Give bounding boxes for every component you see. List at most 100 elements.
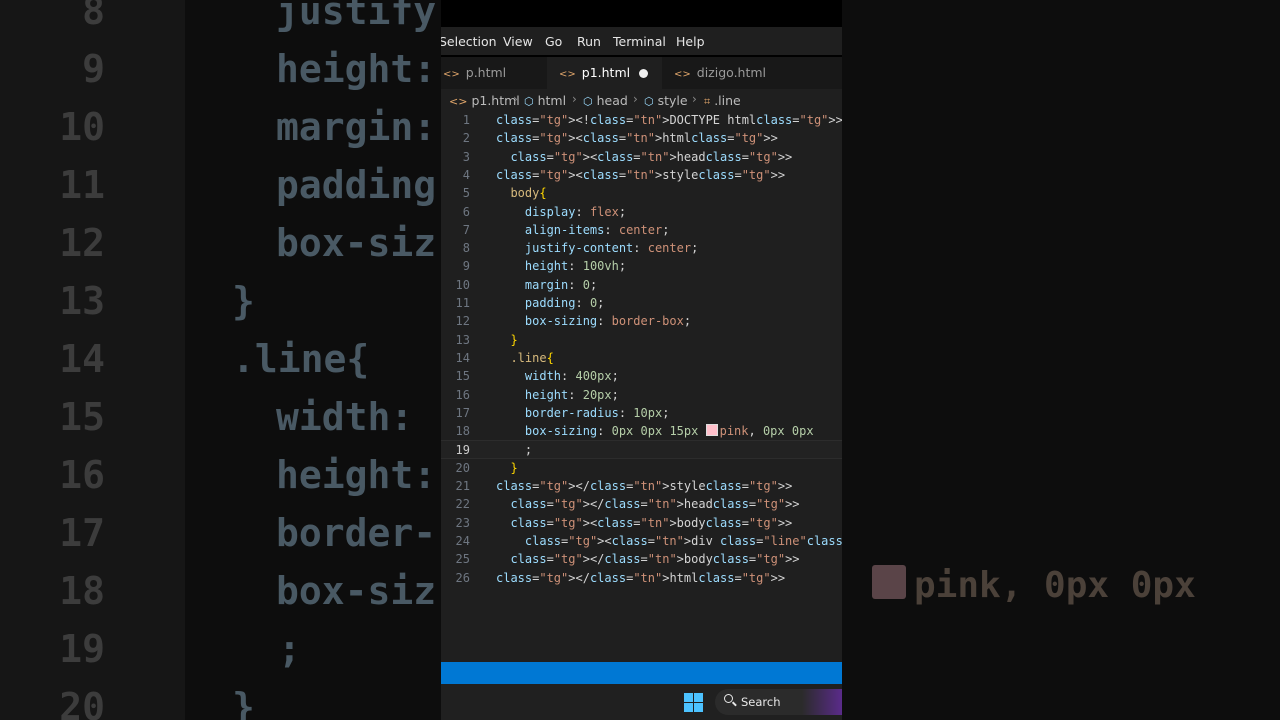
line-number: 5: [462, 186, 470, 201]
code-line[interactable]: 15 width: 400px;: [441, 367, 842, 385]
breadcrumb-style[interactable]: ⬡ style: [644, 93, 688, 108]
unsaved-dot-icon[interactable]: [639, 69, 648, 78]
line-number: 23: [455, 515, 470, 530]
code-text: class="tg"><class="tn">div class="line"c…: [524, 533, 842, 548]
code-line[interactable]: 9 height: 100vh;: [441, 257, 842, 275]
background-line-number: 9: [82, 47, 105, 91]
menu-view[interactable]: View: [503, 34, 533, 49]
code-line[interactable]: 22 class="tg"></class="tn">headclass="tg…: [441, 495, 842, 513]
tab-bar: <> p.html <> p1.html <> dizigo.html: [441, 57, 842, 89]
breadcrumb-head[interactable]: ⬡ head: [583, 93, 628, 108]
line-number: 13: [455, 332, 470, 347]
windows-start-icon[interactable]: [684, 693, 703, 712]
background-code-text: height:: [276, 453, 437, 497]
code-line[interactable]: 10 margin: 0;: [441, 276, 842, 294]
code-line[interactable]: 23 class="tg"><class="tn">bodyclass="tg"…: [441, 514, 842, 532]
tab-label: dizigo.html: [696, 65, 767, 80]
line-number: 22: [455, 497, 470, 512]
code-line[interactable]: 14 .line{: [441, 349, 842, 367]
menu-go[interactable]: Go: [545, 34, 562, 49]
background-code-text: height:: [276, 47, 437, 91]
background-code-line: 15 width:: [0, 388, 441, 446]
line-number: 10: [455, 277, 470, 292]
code-line[interactable]: 3 class="tg"><class="tn">headclass="tg">…: [441, 148, 842, 166]
line-number: 21: [455, 479, 470, 493]
code-line[interactable]: 17 border-radius: 10px;: [441, 404, 842, 422]
background-line-number: 19: [59, 627, 105, 671]
chevron-right-icon: ›: [572, 92, 577, 106]
code-line[interactable]: 1 class="tg"><!class="tn">DOCTYPE htmlcla…: [441, 111, 842, 129]
tab-dizigo-html[interactable]: <> dizigo.html: [662, 57, 782, 89]
code-line[interactable]: 11 padding: 0;: [441, 294, 842, 312]
background-line-number: 16: [59, 453, 105, 497]
code-line[interactable]: 5 body{: [441, 184, 842, 202]
line-number: 7: [462, 222, 470, 237]
chevron-right-icon: ›: [692, 92, 697, 106]
code-line[interactable]: 2 class="tg"><class="tn">htmlclass="tg">>: [441, 129, 842, 147]
code-text: class="tg"><class="tn">headclass="tg">>: [510, 149, 793, 164]
tab-p1-html[interactable]: <> p1.html: [547, 57, 662, 89]
code-line[interactable]: 7 align-items: center;: [441, 221, 842, 239]
code-text: margin: 0;: [524, 277, 598, 292]
breadcrumb: <> p1.html › ⬡ html › ⬡ head › ⬡ style › ⌗ .l…: [441, 89, 842, 111]
tab-label: p.html: [465, 65, 507, 80]
tab-p-html[interactable]: <> p.html: [441, 57, 547, 89]
code-text: class="tg"></class="tn">headclass="tg">>: [510, 497, 800, 512]
line-number: 9: [462, 259, 470, 274]
taskbar-search[interactable]: Search: [715, 689, 842, 715]
code-line[interactable]: 12 box-sizing: border-box;: [441, 312, 842, 330]
background-line-number: 17: [59, 511, 105, 555]
code-line[interactable]: 6 display: flex;: [441, 203, 842, 221]
code-text: }: [510, 332, 518, 347]
code-line[interactable]: 21 class="tg"></class="tn">styleclass="tg…: [441, 477, 842, 495]
menu-terminal[interactable]: Terminal: [613, 34, 666, 49]
code-text: border-radius: 10px;: [524, 405, 670, 420]
code-text: box-sizing: border-box;: [524, 314, 692, 329]
line-number: 12: [455, 314, 470, 329]
code-text: class="tg"></class="tn">styleclass="tg">…: [496, 479, 793, 493]
code-text: display: flex;: [524, 204, 627, 219]
code-line[interactable]: 20 }: [441, 459, 842, 477]
breadcrumb-file[interactable]: <> p1.html: [449, 93, 520, 108]
menu-selection[interactable]: Selection: [441, 34, 497, 49]
code-line[interactable]: 13 }: [441, 331, 842, 349]
element-cube-icon: ⬡: [583, 95, 593, 108]
code-line[interactable]: 18 box-sizing: 0px 0px 15px pink, 0px 0p…: [441, 422, 842, 440]
background-line-number: 20: [59, 685, 105, 720]
code-line[interactable]: 24 class="tg"><class="tn">div class="lin…: [441, 532, 842, 550]
background-color-swatch: [872, 565, 906, 599]
background-line-number: 15: [59, 395, 105, 439]
background-line-number: 13: [59, 279, 105, 323]
search-highlight: [802, 689, 842, 715]
menu-run[interactable]: Run: [577, 34, 601, 49]
breadcrumb-selector[interactable]: ⌗ .line: [704, 93, 741, 109]
background-code-text: justify: [276, 0, 437, 33]
code-text: .line{: [510, 350, 554, 365]
search-label: Search: [741, 695, 781, 709]
code-text: width: 400px;: [524, 369, 619, 384]
code-text: align-items: center;: [524, 222, 670, 237]
html-file-icon: <>: [449, 95, 468, 108]
code-line[interactable]: 4 class="tg"><class="tn">styleclass="tg">…: [441, 166, 842, 184]
code-line[interactable]: 19 ;: [441, 440, 842, 459]
background-code-text: margin:: [276, 105, 437, 149]
code-line[interactable]: 25 class="tg"></class="tn">bodyclass="tg…: [441, 550, 842, 568]
code-line[interactable]: 26 class="tg"></class="tn">htmlclass="tg"…: [441, 569, 842, 587]
color-swatch-pink[interactable]: [705, 424, 718, 437]
menu-help[interactable]: Help: [676, 34, 705, 49]
line-number: 17: [455, 405, 470, 420]
line-number: 1: [462, 113, 470, 127]
breadcrumb-html[interactable]: ⬡ html: [524, 93, 566, 108]
line-number: 24: [455, 533, 470, 548]
code-line[interactable]: 16 height: 20px;: [441, 386, 842, 404]
background-line-number: 14: [59, 337, 105, 381]
code-text: height: 20px;: [524, 387, 619, 402]
search-icon: [724, 694, 733, 703]
line-number: 18: [455, 424, 470, 439]
code-line[interactable]: 8 justify-content: center;: [441, 239, 842, 257]
background-zoom-text: pink, 0px 0px: [914, 565, 1196, 606]
code-editor[interactable]: 1 class="tg"><!class="tn">DOCTYPE htmlcla…: [441, 111, 842, 662]
code-text: height: 100vh;: [524, 259, 627, 274]
line-number: 15: [455, 369, 470, 384]
line-number: 2: [462, 131, 470, 146]
